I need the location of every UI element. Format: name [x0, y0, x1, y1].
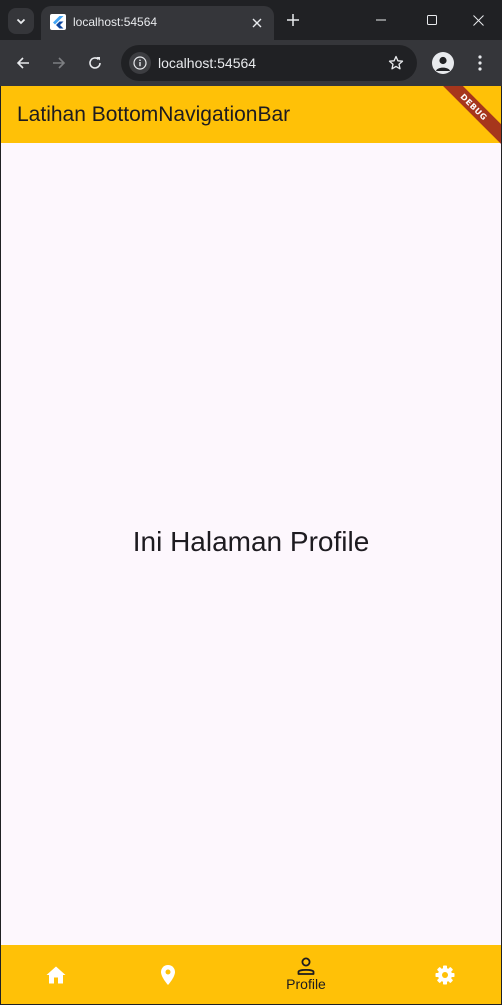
- nav-item-settings[interactable]: [425, 945, 465, 1004]
- minimize-button[interactable]: [366, 8, 396, 32]
- bookmark-button[interactable]: [387, 54, 405, 72]
- new-tab-button[interactable]: [283, 10, 303, 30]
- gear-icon: [435, 965, 455, 984]
- debug-banner: DEBUG: [430, 86, 501, 151]
- location-pin-icon: [161, 964, 175, 985]
- debug-banner-label: DEBUG: [458, 91, 490, 123]
- app-viewport: Latihan BottomNavigationBar DEBUG Ini Ha…: [1, 86, 501, 1004]
- chevron-down-icon: [16, 18, 26, 25]
- minimize-icon: [376, 19, 386, 21]
- account-icon: [436, 56, 450, 71]
- close-icon: [252, 18, 262, 28]
- browser-menu-button[interactable]: [470, 52, 490, 74]
- url-text: localhost:54564: [158, 55, 257, 71]
- reload-icon: [89, 57, 101, 69]
- window-close-button[interactable]: [463, 8, 493, 32]
- back-button[interactable]: [11, 51, 35, 75]
- arrow-right-icon: [53, 57, 66, 69]
- close-icon: [472, 14, 484, 26]
- star-icon: [388, 55, 404, 70]
- bottom-navigation-bar: Profile: [1, 945, 501, 1004]
- site-info-button[interactable]: [129, 52, 151, 74]
- home-icon: [46, 966, 66, 983]
- profile-button[interactable]: [432, 52, 454, 74]
- tab-search-button[interactable]: [8, 8, 34, 34]
- browser-toolbar: localhost:54564: [0, 40, 502, 86]
- tab-title: localhost:54564: [73, 15, 158, 29]
- arrow-left-icon: [16, 57, 29, 69]
- maximize-button[interactable]: [417, 8, 447, 32]
- person-icon: [297, 957, 315, 975]
- profile-page-text: Ini Halaman Profile: [132, 526, 370, 557]
- more-vertical-icon: [478, 55, 482, 71]
- nav-item-location[interactable]: [148, 945, 188, 1004]
- nav-item-label: Profile: [286, 976, 326, 992]
- maximize-icon: [427, 15, 437, 25]
- page-title: Latihan BottomNavigationBar: [17, 103, 291, 126]
- forward-button[interactable]: [47, 51, 71, 75]
- flutter-icon: [50, 14, 66, 30]
- reload-button[interactable]: [83, 51, 107, 75]
- browser-tab-strip: localhost:54564: [0, 0, 502, 40]
- nav-item-profile[interactable]: Profile: [271, 945, 341, 1004]
- browser-tab[interactable]: localhost:54564: [41, 6, 274, 40]
- plus-icon: [287, 14, 299, 26]
- nav-item-home[interactable]: [36, 945, 76, 1004]
- app-bar: Latihan BottomNavigationBar DEBUG: [1, 86, 501, 151]
- info-icon: [133, 56, 147, 70]
- tab-close-button[interactable]: [248, 14, 266, 32]
- address-bar[interactable]: localhost:54564: [121, 45, 417, 81]
